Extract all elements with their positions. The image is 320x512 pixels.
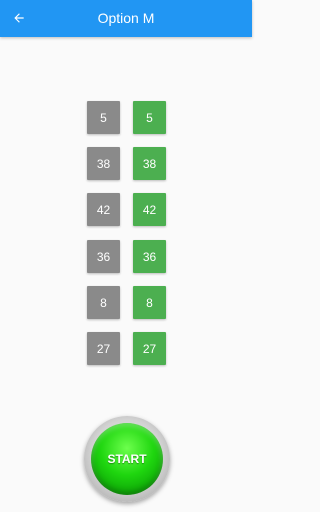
right-number-tile[interactable]: 5 — [133, 101, 166, 134]
start-button-label: START — [107, 452, 147, 466]
number-row: 42 42 — [87, 193, 167, 226]
app-bar: Option M — [0, 0, 252, 37]
number-row: 8 8 — [87, 286, 167, 319]
right-number-tile[interactable]: 8 — [133, 286, 166, 319]
left-number-tile[interactable]: 42 — [87, 193, 120, 226]
right-number-tile[interactable]: 38 — [133, 147, 166, 180]
left-number-tile[interactable]: 38 — [87, 147, 120, 180]
right-number-tile[interactable]: 27 — [133, 332, 166, 365]
right-number-tile[interactable]: 42 — [133, 193, 166, 226]
number-row: 27 27 — [87, 332, 167, 365]
left-number-tile[interactable]: 27 — [87, 332, 120, 365]
page-title: Option M — [97, 10, 155, 26]
number-row: 36 36 — [87, 240, 167, 273]
number-row: 5 5 — [87, 101, 167, 134]
left-number-tile[interactable]: 36 — [87, 240, 120, 273]
start-button[interactable]: START — [91, 423, 163, 495]
left-number-tile[interactable]: 5 — [87, 101, 120, 134]
left-number-tile[interactable]: 8 — [87, 286, 120, 319]
number-row: 38 38 — [87, 147, 167, 180]
right-number-tile[interactable]: 36 — [133, 240, 166, 273]
start-button-ring: START — [84, 416, 170, 502]
